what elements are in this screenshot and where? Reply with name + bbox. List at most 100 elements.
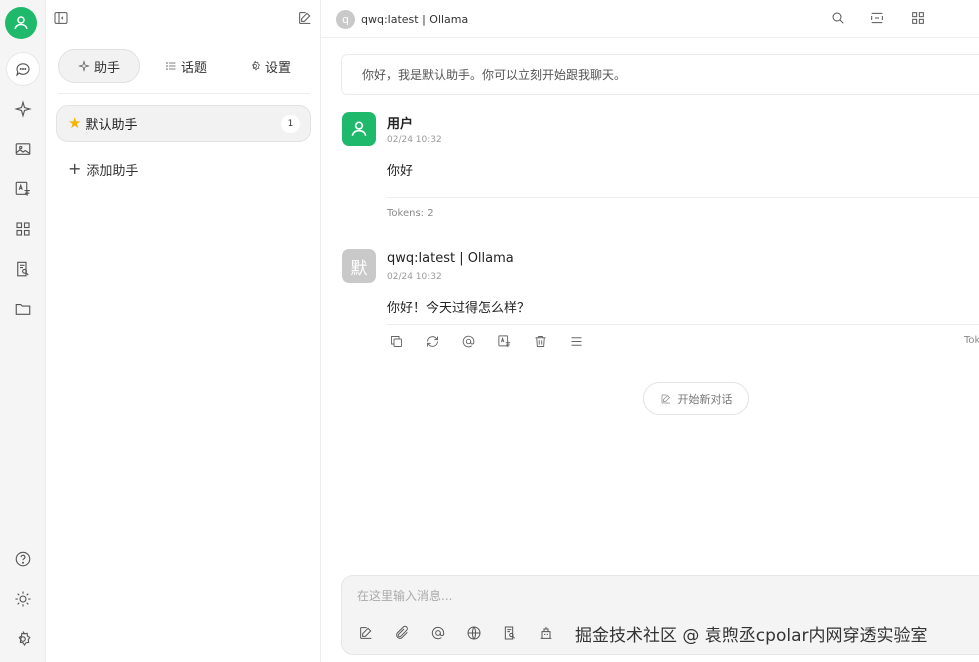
new-chat-button[interactable]: 开始新对话 bbox=[643, 382, 749, 415]
chat-main: q qwq:latest | Ollama 你好，我是默认助手。你可以立刻开始跟… bbox=[321, 0, 979, 662]
fullwidth-icon bbox=[871, 12, 883, 24]
rail-files-button[interactable] bbox=[7, 293, 39, 325]
tab-settings[interactable]: 设置 bbox=[230, 49, 310, 83]
user-message-name: 用户 bbox=[387, 117, 414, 132]
copy-icon bbox=[390, 335, 402, 347]
assistant-item-default[interactable]: ★ 默认助手 1 bbox=[56, 105, 311, 142]
knowledge-icon bbox=[17, 261, 29, 277]
plus-icon: + bbox=[68, 159, 82, 178]
rail-translate-button[interactable] bbox=[7, 173, 39, 205]
chat-icon bbox=[16, 63, 30, 77]
trash-icon bbox=[535, 335, 545, 347]
message-input[interactable] bbox=[357, 586, 957, 606]
folder-icon bbox=[15, 303, 31, 315]
attach-button[interactable] bbox=[393, 624, 411, 642]
panel-toolbar bbox=[46, 0, 321, 38]
settings-icon bbox=[18, 631, 31, 647]
divider bbox=[387, 197, 979, 198]
model-selector[interactable]: q qwq:latest | Ollama bbox=[336, 9, 468, 29]
add-assistant-label: 添加助手 bbox=[86, 163, 139, 179]
menu-icon bbox=[571, 336, 581, 346]
edit-icon bbox=[299, 12, 311, 24]
rail-settings-button[interactable] bbox=[7, 623, 39, 655]
mention-model-button[interactable] bbox=[429, 624, 447, 642]
divider bbox=[387, 324, 979, 325]
regenerate-button[interactable] bbox=[423, 332, 441, 350]
building-icon bbox=[540, 627, 552, 639]
panel-tabs: 助手 话题 设置 bbox=[58, 49, 310, 83]
assistant-panel: 助手 话题 设置 ★ 默认助手 1 + 添加助手 bbox=[46, 0, 321, 662]
sparkle-icon bbox=[14, 100, 32, 118]
theme-icon bbox=[15, 591, 31, 607]
tab-topics[interactable]: 话题 bbox=[146, 49, 226, 83]
list-icon bbox=[166, 62, 176, 70]
assistant-message-avatar: 默 bbox=[342, 249, 376, 283]
sparkle-icon bbox=[78, 60, 90, 72]
mcp-button[interactable] bbox=[537, 624, 555, 642]
gear-icon bbox=[251, 60, 261, 71]
image-icon bbox=[15, 143, 31, 155]
globe-icon bbox=[467, 626, 481, 640]
tab-label: 设置 bbox=[264, 60, 291, 76]
narrow-mode-button[interactable] bbox=[864, 5, 890, 31]
chat-topbar: q qwq:latest | Ollama bbox=[321, 0, 979, 38]
message-actions bbox=[387, 332, 585, 352]
user-message-text: 你好 bbox=[387, 164, 414, 179]
app-window: 助手 话题 设置 ★ 默认助手 1 + 添加助手 q qwq:latest | … bbox=[0, 0, 979, 662]
add-assistant-button[interactable]: + 添加助手 bbox=[68, 158, 138, 180]
apps-icon bbox=[16, 222, 30, 236]
assistant-label: 默认助手 bbox=[85, 118, 138, 133]
edit-icon bbox=[661, 394, 670, 403]
user-avatar[interactable] bbox=[5, 7, 37, 39]
translate-icon bbox=[497, 334, 510, 347]
composer-toolbar bbox=[357, 624, 555, 642]
rail-chat-button[interactable] bbox=[7, 53, 39, 85]
knowledge-icon bbox=[504, 626, 516, 640]
user-message-time: 02/24 10:32 bbox=[387, 135, 442, 145]
at-icon bbox=[431, 626, 445, 640]
tab-label: 助手 bbox=[93, 60, 120, 76]
toggle-sidebar-button[interactable] bbox=[48, 5, 74, 31]
copy-button[interactable] bbox=[387, 332, 405, 350]
rail-apps-button[interactable] bbox=[7, 213, 39, 245]
rail-paint-button[interactable] bbox=[7, 133, 39, 165]
tab-assistants[interactable]: 助手 bbox=[58, 49, 140, 83]
new-chat-label: 开始新对话 bbox=[677, 392, 733, 406]
translate-icon bbox=[15, 181, 30, 196]
rail-theme-button[interactable] bbox=[7, 583, 39, 615]
watermark-text: 掘金技术社区 @ 袁煦丞cpolar内网穿透实验室 bbox=[575, 626, 928, 646]
user-icon bbox=[14, 16, 28, 30]
at-icon bbox=[462, 335, 474, 347]
translate-button[interactable] bbox=[495, 332, 513, 350]
layout-button[interactable] bbox=[905, 5, 931, 31]
more-button[interactable] bbox=[567, 332, 585, 350]
mention-button[interactable] bbox=[459, 332, 477, 350]
model-avatar: q bbox=[336, 9, 355, 29]
topic-count-badge: 1 bbox=[281, 115, 300, 133]
search-icon bbox=[832, 12, 844, 24]
rail-agents-button[interactable] bbox=[7, 93, 39, 125]
user-message-avatar bbox=[342, 112, 376, 146]
help-icon bbox=[15, 551, 31, 567]
tab-label: 话题 bbox=[180, 60, 207, 76]
model-title: qwq:latest | Ollama bbox=[361, 12, 469, 26]
assistant-greeting: 你好，我是默认助手。你可以立刻开始跟我聊天。 bbox=[341, 54, 979, 95]
knowledge-base-button[interactable] bbox=[501, 624, 519, 642]
sidebar-collapse-icon bbox=[54, 12, 68, 24]
web-search-button[interactable] bbox=[465, 624, 483, 642]
refresh-icon bbox=[426, 335, 438, 347]
rail-help-button[interactable] bbox=[7, 543, 39, 575]
search-button[interactable] bbox=[825, 5, 851, 31]
new-topic-button[interactable] bbox=[292, 5, 318, 31]
rail-knowledge-button[interactable] bbox=[7, 253, 39, 285]
user-icon bbox=[351, 121, 367, 136]
paperclip-icon bbox=[396, 625, 408, 639]
assistant-message-tokens: Tok bbox=[964, 335, 979, 346]
grid-icon bbox=[912, 12, 924, 24]
assistant-message-time: 02/24 10:32 bbox=[387, 272, 442, 282]
star-icon: ★ bbox=[68, 114, 82, 132]
assistant-message-name: qwq:latest | Ollama bbox=[387, 251, 514, 266]
delete-button[interactable] bbox=[531, 332, 549, 350]
divider bbox=[58, 93, 310, 94]
new-topic-tool-button[interactable] bbox=[357, 624, 375, 642]
